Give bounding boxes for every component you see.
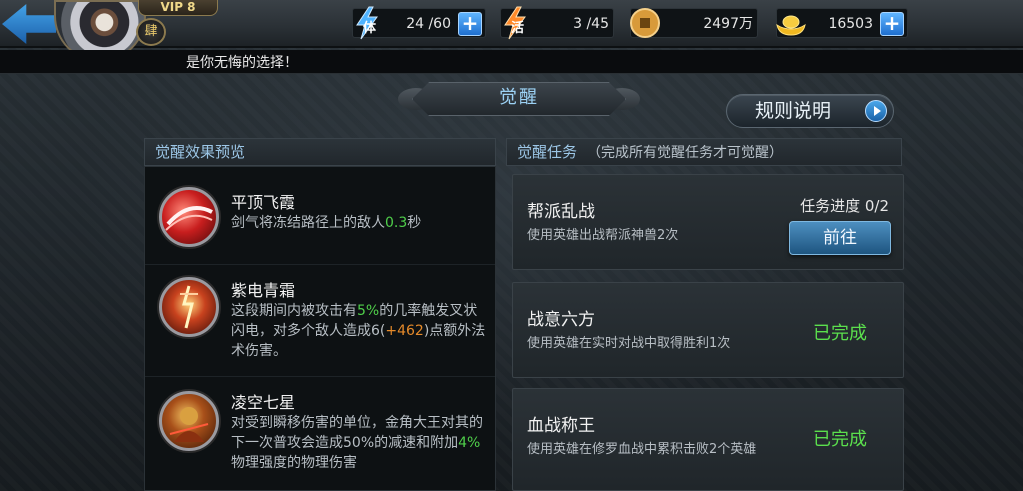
task-desc: 使用英雄出战帮派神兽2次 [527,228,679,243]
skill-desc: 对受到瞬移伤害的单位，金角大王对其的下一次普攻会造成50%的减速和附加4%物理强… [231,415,483,471]
skill-preview-list: 平顶飞霞 剑气将冻结路径上的敌人0.3秒 紫电青霜 这段期间内被攻击有5%的几率… [144,166,496,491]
task-list: 帮派乱战 使用英雄出战帮派神兽2次 任务进度 0/2 前往 战意六方 使用英雄在… [506,166,904,491]
gold-value: 16503 [828,16,873,32]
rules-button-label: 规则说明 [755,100,832,122]
golden-warrior-icon [159,391,219,451]
preview-header: 觉醒效果预览 [144,138,496,166]
task-name: 战意六方 [527,310,595,330]
list-item: 平顶飞霞 剑气将冻结路径上的敌人0.3秒 [145,167,495,265]
coin-counter: 2497万 [630,8,758,38]
announcement-ticker: 是你无悔的选择！ [0,50,1023,74]
rules-button[interactable]: 规则说明 [726,94,894,128]
ticker-text: 是你无悔的选择！ [186,55,298,71]
task-name: 血战称王 [527,416,595,436]
vitality-value: 3 /45 [573,16,609,32]
page-title: 觉醒 [499,87,539,108]
add-gold-button[interactable]: + [880,12,904,36]
task-status: 已完成 [813,323,867,344]
preview-heading: 觉醒效果预览 [155,143,246,161]
skill-name: 平顶飞霞 [231,193,296,212]
stamina-counter: 体 24 /60 + [352,6,486,40]
task-status: 已完成 [813,429,867,450]
goto-button[interactable]: 前往 [789,221,891,255]
task-desc: 使用英雄在修罗血战中累积击败2个英雄 [527,442,757,457]
coin-icon [630,8,660,38]
tasks-heading: 觉醒任务 [517,143,578,161]
tasks-subheading: （完成所有觉醒任务才可觉醒） [587,145,784,161]
task-item: 帮派乱战 使用英雄出战帮派神兽2次 任务进度 0/2 前往 [512,174,904,270]
task-item: 战意六方 使用英雄在实时对战中取得胜利1次 已完成 [512,282,904,378]
lightning-sword-icon [159,277,219,337]
gold-counter: 16503 + [776,8,908,38]
play-arrow-icon [865,100,887,122]
task-item: 血战称王 使用英雄在修罗血战中累积击败2个英雄 已完成 [512,388,904,491]
vitality-counter: 活 3 /45 [500,6,614,40]
skill-desc: 这段期间内被攻击有5%的几率触发叉状闪电，对多个敌人造成6(+462)点额外法术… [231,303,486,359]
add-stamina-button[interactable]: + [458,12,482,36]
task-name: 帮派乱战 [527,202,595,222]
skill-name: 凌空七星 [231,393,296,412]
list-item: 凌空七星 对受到瞬移伤害的单位，金角大王对其的下一次普攻会造成50%的减速和附加… [145,377,495,491]
skill-name: 紫电青霜 [231,281,296,300]
task-progress: 任务进度 0/2 [800,197,889,215]
tasks-header: 觉醒任务 （完成所有觉醒任务才可觉醒） [506,138,902,166]
stamina-label: 体 [363,21,377,36]
coin-value: 2497万 [703,16,753,32]
vip-badge: VIP 8 [138,0,218,16]
stamina-value: 24 /60 [406,16,451,32]
sword-slash-icon [159,187,219,247]
gold-ingot-icon [776,15,806,36]
vitality-label: 活 [511,21,525,36]
task-desc: 使用英雄在实时对战中取得胜利1次 [527,336,731,351]
skill-desc: 剑气将冻结路径上的敌人0.3秒 [231,215,422,231]
list-item: 紫电青霜 这段期间内被攻击有5%的几率触发叉状闪电，对多个敌人造成6(+462)… [145,265,495,377]
rank-badge: 肆 [136,18,166,46]
